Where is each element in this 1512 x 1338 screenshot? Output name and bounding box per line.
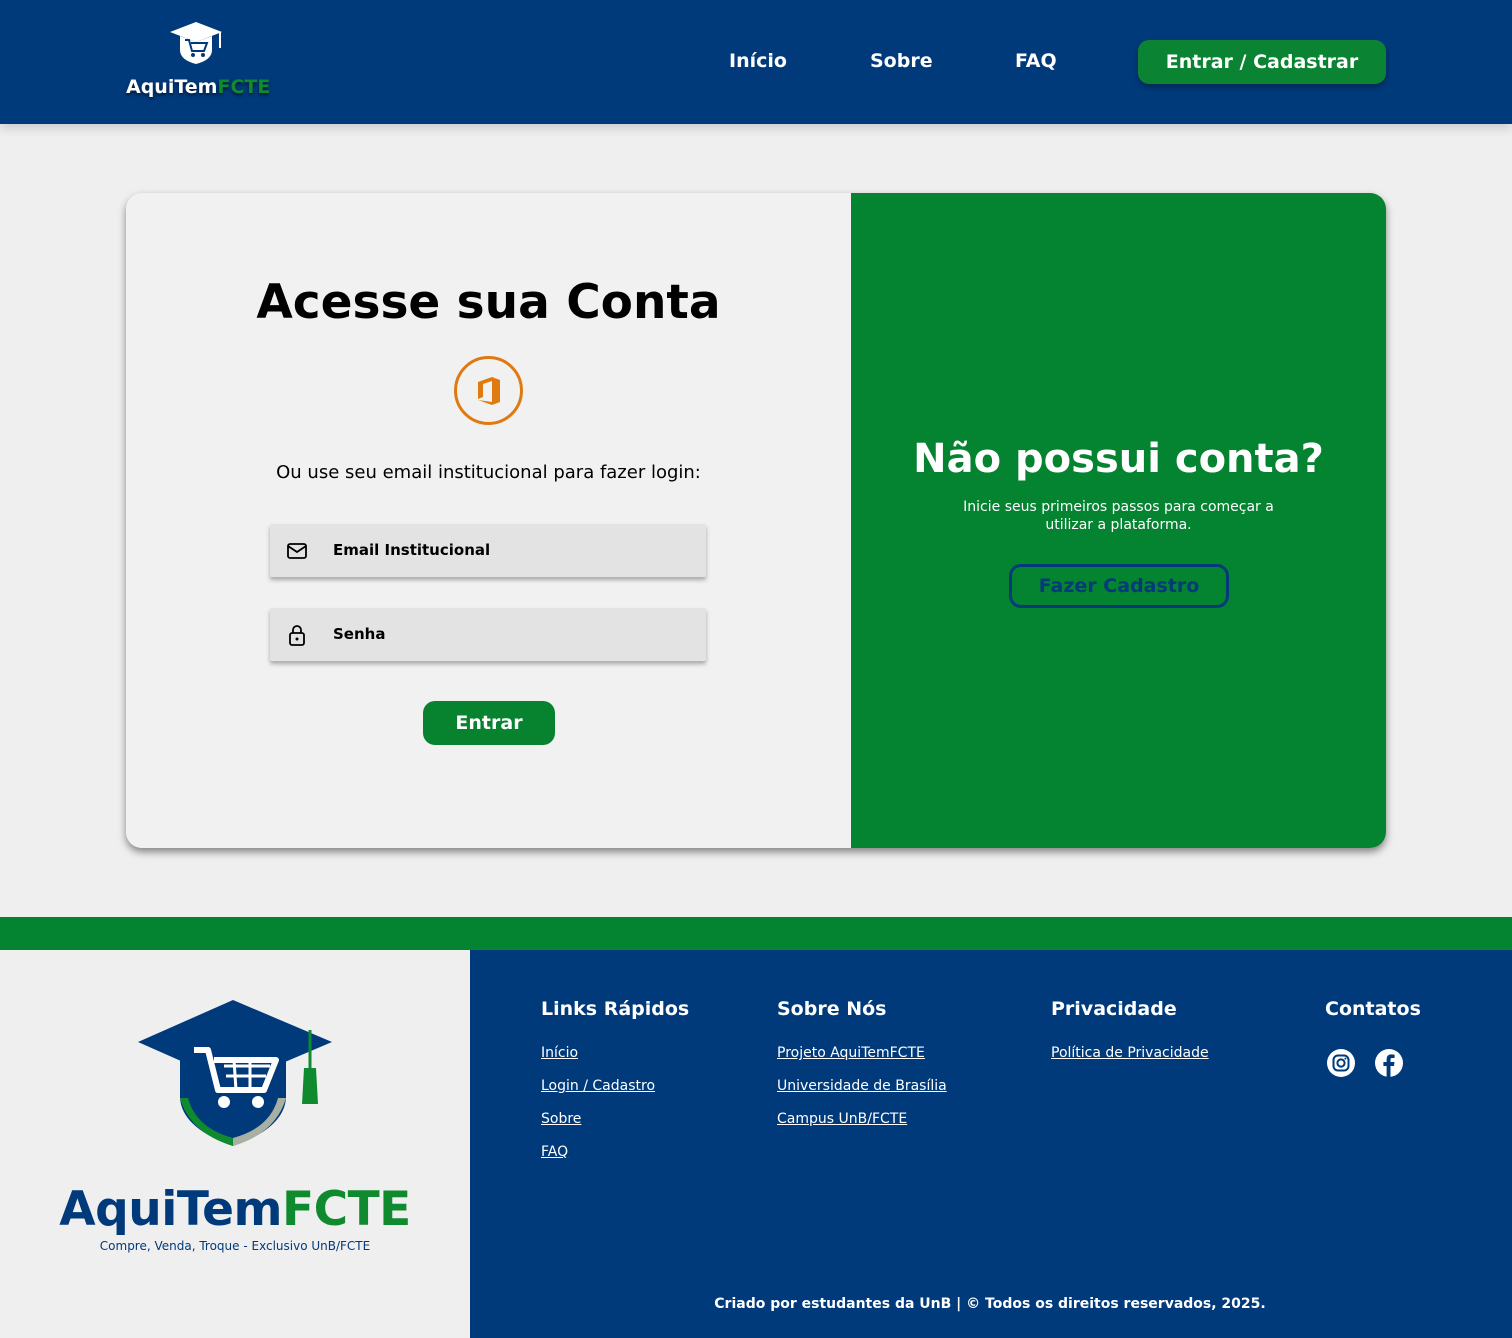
envelope-icon <box>287 543 307 559</box>
nav-inicio[interactable]: Início <box>729 50 787 72</box>
footer-col-links-rapidos: Links Rápidos Início Login / Cadastro So… <box>541 998 689 1177</box>
nav-sobre[interactable]: Sobre <box>870 50 933 72</box>
footer-link-projeto[interactable]: Projeto AquiTemFCTE <box>777 1045 947 1062</box>
footer-link-inicio[interactable]: Início <box>541 1045 689 1062</box>
instagram-icon[interactable] <box>1326 1048 1356 1078</box>
graduation-cap-cart-icon <box>170 22 222 64</box>
footer-divider <box>0 917 1512 950</box>
password-field-label: Senha <box>333 625 386 643</box>
brand-logo[interactable]: AquiTemFCTE <box>120 18 280 108</box>
signup-title: Não possui conta? <box>913 436 1324 482</box>
top-navbar: AquiTemFCTE Início Sobre FAQ Entrar / Ca… <box>0 0 1512 124</box>
brand-name: AquiTemFCTE <box>126 76 271 98</box>
login-subtitle: Ou use seu email institucional para faze… <box>276 462 701 483</box>
login-panel: Acesse sua Conta Ou use seu email instit… <box>126 193 851 848</box>
nav-faq[interactable]: FAQ <box>1015 50 1057 72</box>
footer-link-campus[interactable]: Campus UnB/FCTE <box>777 1111 947 1128</box>
email-field-label: Email Institucional <box>333 541 491 559</box>
password-field[interactable]: Senha <box>270 608 706 661</box>
footer-link-faq[interactable]: FAQ <box>541 1144 689 1161</box>
footer-link-sobre[interactable]: Sobre <box>541 1111 689 1128</box>
footer-links-panel: Links Rápidos Início Login / Cadastro So… <box>470 950 1512 1338</box>
facebook-icon[interactable] <box>1374 1048 1404 1078</box>
login-title: Acesse sua Conta <box>256 275 721 330</box>
aquitemfcte-logo-icon <box>138 1000 332 1146</box>
lock-icon <box>289 625 305 646</box>
login-signup-button[interactable]: Entrar / Cadastrar <box>1138 40 1386 84</box>
enter-button[interactable]: Entrar <box>423 701 555 745</box>
footer-col-privacidade: Privacidade Política de Privacidade <box>1051 998 1209 1078</box>
footer-col-title: Contatos <box>1325 998 1421 1020</box>
footer-brand-name: AquiTemFCTE <box>59 1182 411 1237</box>
footer-link-login-cadastro[interactable]: Login / Cadastro <box>541 1078 689 1095</box>
footer-col-title: Sobre Nós <box>777 998 887 1020</box>
footer-col-title: Privacidade <box>1051 998 1177 1020</box>
signup-subtitle: Inicie seus primeiros passos para começa… <box>963 499 1274 533</box>
footer-link-unb[interactable]: Universidade de Brasília <box>777 1078 947 1095</box>
footer-link-politica-privacidade[interactable]: Política de Privacidade <box>1051 1045 1209 1062</box>
microsoft-office-icon <box>477 376 500 405</box>
signup-button[interactable]: Fazer Cadastro <box>1009 564 1229 608</box>
copyright-text: Criado por estudantes da UnB | © Todos o… <box>714 1296 1266 1312</box>
footer-col-title: Links Rápidos <box>541 998 690 1020</box>
auth-card: Acesse sua Conta Ou use seu email instit… <box>126 193 1386 848</box>
footer-col-sobre-nos: Sobre Nós Projeto AquiTemFCTE Universida… <box>777 998 947 1144</box>
email-field[interactable]: Email Institucional <box>270 524 706 577</box>
signup-panel: Não possui conta? Inicie seus primeiros … <box>851 193 1386 848</box>
footer-brand-panel: AquiTemFCTE Compre, Venda, Troque - Excl… <box>0 950 470 1338</box>
social-links <box>1326 1048 1404 1078</box>
office-login-button[interactable] <box>454 356 523 425</box>
footer-col-contatos: Contatos <box>1325 998 1421 1045</box>
footer-tagline: Compre, Venda, Troque - Exclusivo UnB/FC… <box>99 1239 371 1253</box>
